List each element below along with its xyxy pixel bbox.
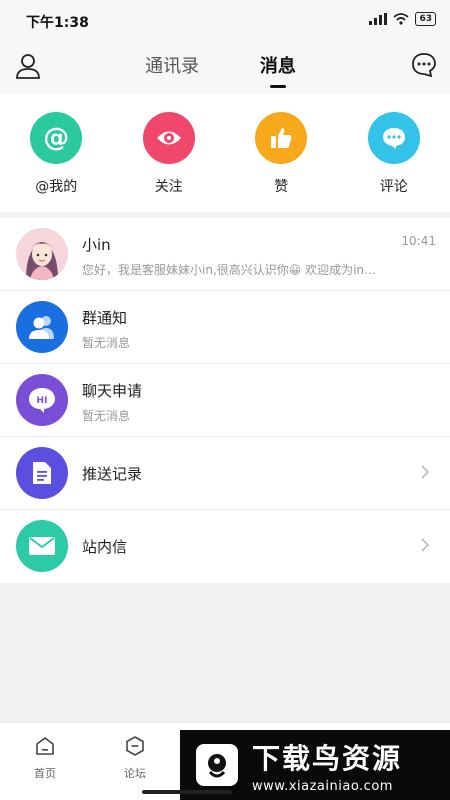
list-item-group-notice[interactable]: 群通知 暂无消息 (0, 291, 450, 364)
status-time: 下午1:38 (26, 15, 89, 31)
nav-home[interactable]: 首页 (15, 735, 75, 781)
hi-icon: HI (16, 374, 68, 426)
list-item-title: 群通知 (82, 309, 128, 327)
chevron-right-icon (421, 538, 430, 552)
list-item-title: 推送记录 (82, 465, 143, 483)
home-icon (36, 737, 54, 755)
quick-action-comment[interactable]: 评论 (338, 94, 450, 212)
girl-avatar (16, 228, 68, 280)
tab-bar: 通讯录 消息 (0, 52, 450, 88)
list-item-chat-request[interactable]: HI 聊天申请 暂无消息 (0, 364, 450, 437)
chat-bubble-icon[interactable] (410, 51, 438, 79)
tab-contacts[interactable]: 通讯录 (122, 52, 222, 78)
comment-icon (367, 112, 420, 164)
status-icons: 63 (369, 12, 436, 26)
list-item-preview: 暂无消息 (82, 409, 131, 423)
nav-label: 首页 (34, 767, 56, 780)
forum-icon (126, 736, 144, 756)
quick-actions: @ @我的 关注 赞 评论 (0, 94, 450, 212)
battery-icon: 63 (415, 12, 436, 26)
home-indicator (142, 790, 232, 794)
watermark-url: www.xiazainiao.com (252, 778, 393, 794)
list-item-title: 站内信 (82, 538, 128, 556)
envelope-icon (16, 520, 68, 572)
quick-action-at-me[interactable]: @ @我的 (0, 94, 113, 212)
list-item-time: 10:41 (401, 234, 436, 248)
nav-label: 论坛 (124, 767, 146, 780)
svg-text:HI: HI (37, 396, 48, 406)
signal-icon (369, 13, 388, 25)
list-item-preview: 您好，我是客服妹妹小in,很高兴认识你😀 欢迎成为in… (82, 263, 377, 277)
bird-logo-icon (196, 744, 238, 786)
chevron-right-icon (421, 465, 430, 479)
list-item-title: 聊天申请 (82, 382, 143, 400)
nav-forum[interactable]: 论坛 (105, 735, 165, 781)
list-item-preview: 暂无消息 (82, 336, 131, 350)
list-item-xiaoin[interactable]: 小in 10:41 您好，我是客服妹妹小in,很高兴认识你😀 欢迎成为in… (0, 218, 450, 291)
list-item-push-records[interactable]: 推送记录 (0, 437, 450, 510)
wifi-icon (393, 13, 410, 25)
list-item-inbox[interactable]: 站内信 (0, 510, 450, 583)
top-header: 通讯录 消息 (0, 40, 450, 94)
document-icon (16, 447, 68, 499)
tab-messages[interactable]: 消息 (228, 52, 328, 88)
status-bar: 下午1:38 63 (0, 0, 450, 40)
watermark-title: 下载鸟资源 (252, 741, 403, 775)
quick-action-label: 评论 (379, 179, 408, 195)
message-list: 小in 10:41 您好，我是客服妹妹小in,很高兴认识你😀 欢迎成为in… 群… (0, 218, 450, 583)
at-icon: @ (30, 112, 83, 164)
quick-action-like[interactable]: 赞 (225, 94, 338, 212)
eye-icon (142, 112, 195, 164)
quick-action-follow[interactable]: 关注 (113, 94, 226, 212)
list-item-title: 小in (82, 236, 111, 254)
quick-action-label: @我的 (35, 179, 78, 195)
group-icon (16, 301, 68, 353)
quick-action-label: 关注 (154, 179, 183, 195)
quick-action-label: 赞 (274, 179, 289, 195)
thumbs-up-icon (255, 112, 308, 164)
